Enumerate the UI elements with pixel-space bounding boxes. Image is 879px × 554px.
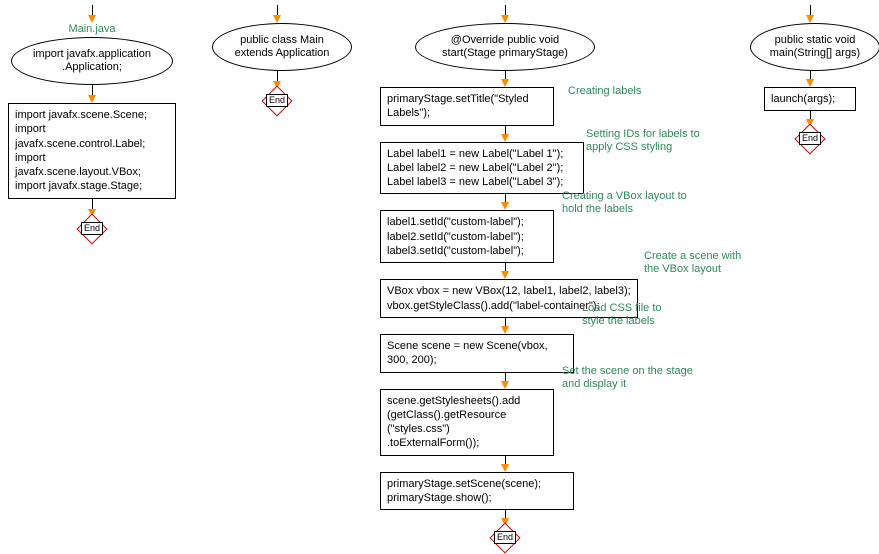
end-node: End — [795, 127, 825, 151]
annot-load-css: Load CSS file to style the labels — [582, 302, 662, 328]
box-settitle: primaryStage.setTitle("Styled Labels"); — [380, 87, 554, 126]
annot-setting-ids: Setting IDs for labels to apply CSS styl… — [586, 128, 700, 154]
annot-creating-labels: Creating labels — [568, 85, 641, 98]
box-setid: label1.setId("custom-label"); label2.set… — [380, 210, 554, 263]
ellipse-start-method: @Override public void start(Stage primar… — [415, 23, 595, 71]
ellipse-import-app: import javafx.application .Application; — [11, 37, 173, 85]
box-stylesheets: scene.getStylesheets().add (getClass().g… — [380, 389, 554, 456]
box-setscene: primaryStage.setScene(scene); primarySta… — [380, 472, 574, 511]
annot-set-scene-stage: Set the scene on the stage and display i… — [562, 365, 693, 391]
annot-create-scene: Create a scene with the VBox layout — [644, 250, 741, 276]
annot-vbox-layout: Creating a VBox layout to hold the label… — [562, 190, 687, 216]
ellipse-main-method: public static void main(String[] args) — [750, 23, 879, 71]
box-imports: import javafx.scene.Scene; import javafx… — [8, 103, 176, 199]
ellipse-class-main: public class Main extends Application — [212, 23, 352, 71]
file-title: Main.java — [8, 23, 176, 35]
box-launch: launch(args); — [764, 87, 856, 111]
box-labels: Label label1 = new Label("Label 1"); Lab… — [380, 142, 584, 195]
box-scene: Scene scene = new Scene(vbox, 300, 200); — [380, 334, 574, 373]
end-node: End — [262, 89, 292, 113]
end-node: End — [77, 217, 107, 241]
